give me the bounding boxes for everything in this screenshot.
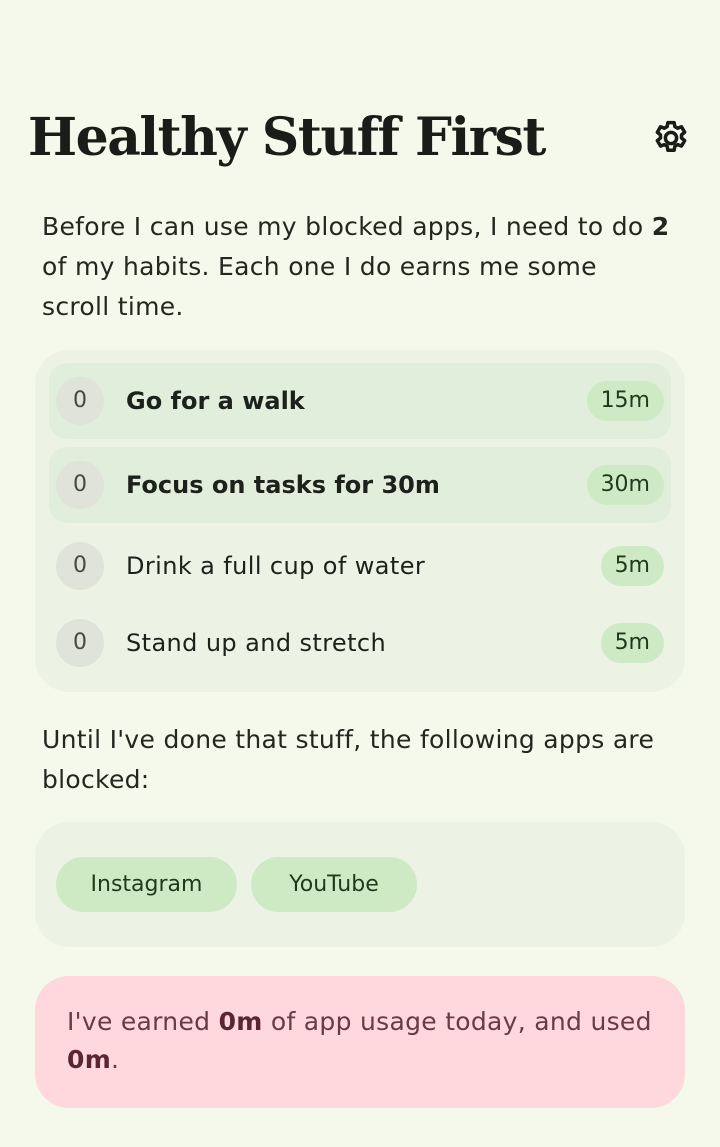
usage-summary-card: I've earned 0m of app usage today, and u…	[35, 976, 685, 1108]
habit-row-walk[interactable]: 0 Go for a walk 15m	[49, 363, 671, 439]
habit-count[interactable]: 0	[56, 377, 104, 425]
habit-count[interactable]: 0	[56, 542, 104, 590]
required-count: 2	[651, 212, 670, 241]
habit-count[interactable]: 0	[56, 461, 104, 509]
habits-list: 0 Go for a walk 15m 0 Focus on tasks for…	[35, 350, 685, 692]
habit-name: Stand up and stretch	[126, 629, 387, 657]
usage-prefix: I've earned	[67, 1007, 211, 1036]
habit-name: Go for a walk	[126, 387, 305, 415]
habit-duration-badge: 30m	[586, 465, 664, 505]
habit-row-focus[interactable]: 0 Focus on tasks for 30m 30m	[49, 447, 671, 523]
usage-summary-text: I've earned 0m of app usage today, and u…	[67, 1003, 667, 1079]
intro-prefix: Before I can use my blocked apps, I need…	[42, 212, 644, 241]
app-chip-youtube[interactable]: YouTube	[251, 857, 417, 912]
usage-end: .	[111, 1045, 120, 1074]
settings-button[interactable]	[650, 117, 692, 159]
used-time: 0m	[67, 1045, 112, 1074]
habit-row-stretch[interactable]: 0 Stand up and stretch 5m	[49, 605, 671, 681]
habit-name: Drink a full cup of water	[126, 552, 426, 580]
blocked-apps-text: Until I've done that stuff, the followin…	[42, 725, 655, 794]
habit-row-water[interactable]: 0 Drink a full cup of water 5m	[49, 528, 671, 604]
habit-duration-badge: 15m	[586, 381, 664, 421]
habit-duration-badge: 5m	[600, 546, 664, 586]
habit-count[interactable]: 0	[56, 619, 104, 667]
blocked-apps-list: Instagram YouTube	[35, 822, 685, 947]
gear-icon	[655, 120, 687, 152]
usage-middle: of app usage today, and used	[270, 1007, 652, 1036]
intro-suffix: of my habits. Each one I do earns me som…	[42, 252, 597, 321]
app-chip-instagram[interactable]: Instagram	[56, 857, 237, 912]
earned-time: 0m	[218, 1007, 263, 1036]
intro-text: Before I can use my blocked apps, I need…	[42, 207, 672, 327]
page-title: Healthy Stuff First	[28, 107, 546, 168]
habit-name: Focus on tasks for 30m	[126, 471, 440, 499]
habit-duration-badge: 5m	[600, 623, 664, 663]
